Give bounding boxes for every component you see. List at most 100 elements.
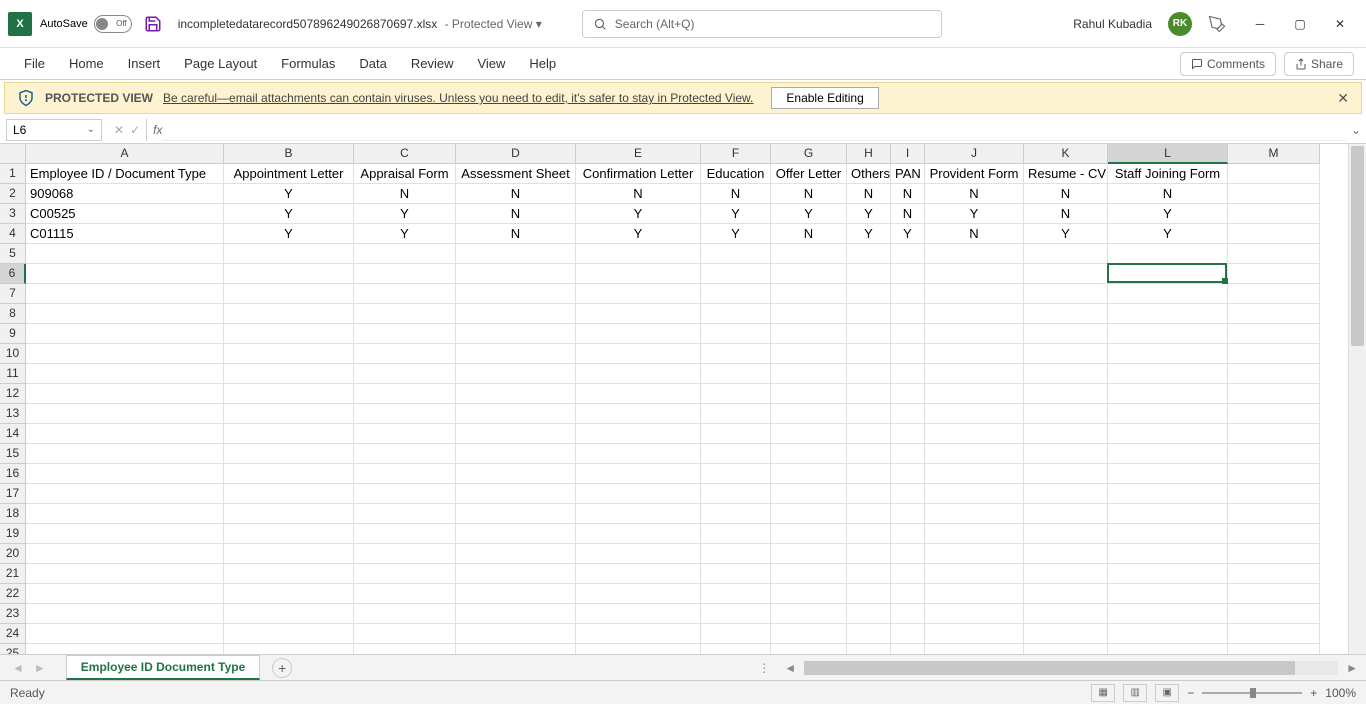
cell[interactable] (456, 284, 576, 304)
cell[interactable] (456, 424, 576, 444)
cell[interactable] (1108, 604, 1228, 624)
cell[interactable] (224, 604, 354, 624)
cell[interactable] (891, 444, 925, 464)
cell[interactable] (1024, 284, 1108, 304)
row-header[interactable]: 4 (0, 224, 26, 244)
cell[interactable] (354, 404, 456, 424)
cell[interactable] (1108, 544, 1228, 564)
column-header[interactable]: I (891, 144, 925, 164)
cell[interactable] (891, 324, 925, 344)
cell[interactable] (224, 324, 354, 344)
cell[interactable] (26, 444, 224, 464)
cell[interactable] (891, 504, 925, 524)
cell[interactable] (1108, 384, 1228, 404)
cell[interactable] (224, 624, 354, 644)
row-header[interactable]: 17 (0, 484, 26, 504)
cell[interactable] (771, 384, 847, 404)
column-header[interactable]: K (1024, 144, 1108, 164)
cell[interactable] (771, 624, 847, 644)
cell[interactable] (891, 484, 925, 504)
cell[interactable] (701, 444, 771, 464)
cell[interactable] (1108, 564, 1228, 584)
name-box[interactable]: L6 ⌄ (6, 119, 102, 141)
cell[interactable]: N (771, 184, 847, 204)
cell[interactable]: Resume - CV (1024, 164, 1108, 184)
column-header[interactable]: M (1228, 144, 1320, 164)
cell[interactable] (1108, 624, 1228, 644)
cell[interactable] (1024, 264, 1108, 284)
cell[interactable] (1024, 384, 1108, 404)
cell[interactable] (847, 624, 891, 644)
cell[interactable] (224, 464, 354, 484)
cell[interactable]: Assessment Sheet (456, 164, 576, 184)
cell[interactable] (925, 384, 1024, 404)
cell[interactable]: Y (1108, 224, 1228, 244)
cell[interactable] (1024, 404, 1108, 424)
row-header[interactable]: 25 (0, 644, 26, 654)
cell[interactable] (925, 624, 1024, 644)
cell[interactable] (456, 544, 576, 564)
tab-page-layout[interactable]: Page Layout (172, 50, 269, 77)
cell[interactable] (224, 284, 354, 304)
column-header[interactable]: A (26, 144, 224, 164)
cell[interactable]: PAN (891, 164, 925, 184)
cell[interactable] (1024, 484, 1108, 504)
tab-help[interactable]: Help (517, 50, 568, 77)
row-header[interactable]: 6 (0, 264, 26, 284)
cell[interactable] (224, 524, 354, 544)
row-header[interactable]: 3 (0, 204, 26, 224)
row-header[interactable]: 20 (0, 544, 26, 564)
row-header[interactable]: 16 (0, 464, 26, 484)
pen-icon[interactable] (1208, 15, 1226, 33)
cell[interactable] (771, 544, 847, 564)
cell[interactable]: Y (701, 204, 771, 224)
cell[interactable] (354, 364, 456, 384)
cell[interactable]: Y (1108, 204, 1228, 224)
cell[interactable] (1024, 624, 1108, 644)
cell[interactable] (1108, 464, 1228, 484)
cell[interactable] (847, 524, 891, 544)
cell[interactable] (701, 484, 771, 504)
cell[interactable] (456, 444, 576, 464)
cell[interactable] (456, 484, 576, 504)
tab-data[interactable]: Data (347, 50, 398, 77)
cell[interactable] (891, 644, 925, 654)
cell[interactable] (354, 424, 456, 444)
cell[interactable] (224, 244, 354, 264)
cell[interactable]: Y (224, 204, 354, 224)
cell[interactable] (26, 464, 224, 484)
cell[interactable] (576, 604, 701, 624)
cell[interactable] (771, 424, 847, 444)
cell[interactable] (1108, 404, 1228, 424)
row-header[interactable]: 14 (0, 424, 26, 444)
cell[interactable] (847, 484, 891, 504)
tab-view[interactable]: View (465, 50, 517, 77)
cell[interactable] (456, 264, 576, 284)
cell[interactable]: Y (224, 224, 354, 244)
cell[interactable] (354, 584, 456, 604)
cell[interactable] (891, 584, 925, 604)
cell[interactable] (1024, 324, 1108, 344)
row-header[interactable]: 10 (0, 344, 26, 364)
cell[interactable] (925, 344, 1024, 364)
cell[interactable] (925, 484, 1024, 504)
cell[interactable] (847, 324, 891, 344)
cell[interactable] (576, 564, 701, 584)
cell[interactable]: Y (847, 224, 891, 244)
cell[interactable] (847, 444, 891, 464)
cell[interactable] (224, 424, 354, 444)
protected-view-close-icon[interactable]: ✕ (1337, 90, 1349, 107)
cell[interactable] (891, 304, 925, 324)
cell[interactable] (354, 484, 456, 504)
row-header[interactable]: 8 (0, 304, 26, 324)
cell[interactable] (891, 464, 925, 484)
cell[interactable] (576, 304, 701, 324)
cell[interactable] (26, 604, 224, 624)
cell[interactable]: Y (576, 224, 701, 244)
cell[interactable] (891, 264, 925, 284)
cell[interactable] (1024, 504, 1108, 524)
cell[interactable] (224, 564, 354, 584)
cell[interactable] (847, 504, 891, 524)
cell[interactable] (925, 604, 1024, 624)
cell[interactable] (224, 504, 354, 524)
